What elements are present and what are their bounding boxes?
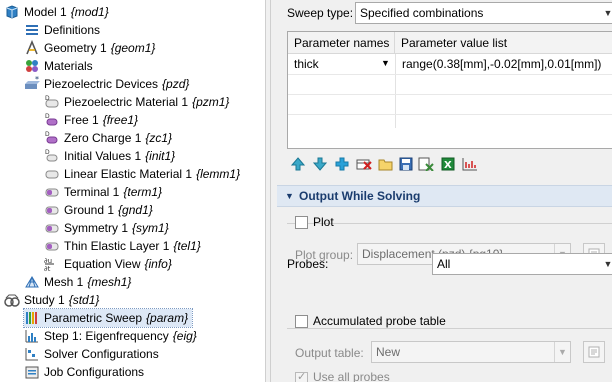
plot-checkbox[interactable] xyxy=(295,216,308,229)
probes-select[interactable]: All ▼ xyxy=(432,253,612,275)
model-builder-tree: Model 1 {mod1} Definitions Geometry 1 {geo… xyxy=(0,0,265,382)
accumulated-probe-table-checkbox[interactable] xyxy=(295,315,308,328)
svg-text:D: D xyxy=(45,95,50,102)
domain-node-icon xyxy=(44,166,60,182)
tree-node-model[interactable]: Model 1 {mod1} xyxy=(4,3,109,21)
tree-node-piezoelectric-material[interactable]: D Piezoelectric Material 1 {pzm1} xyxy=(44,93,229,111)
job-configurations-icon xyxy=(24,364,40,380)
tree-node-symmetry[interactable]: Symmetry 1 {sym1} xyxy=(44,219,169,237)
tree-node-linear-elastic-material[interactable]: Linear Elastic Material 1 {lemm1} xyxy=(44,165,240,183)
chevron-down-icon: ▼ xyxy=(603,8,612,18)
svg-text:D: D xyxy=(45,149,50,156)
study-step-icon xyxy=(24,328,40,344)
boundary-node-icon xyxy=(44,202,60,218)
range-icon[interactable] xyxy=(461,155,479,173)
parametric-sweep-icon xyxy=(24,310,40,326)
tree-node-piezoelectric-devices[interactable]: * Piezoelectric Devices {pzd} xyxy=(24,75,189,93)
tree-node-step-eigenfrequency[interactable]: Step 1: Eigenfrequency {eig} xyxy=(24,327,197,345)
tree-node-initial-values[interactable]: D Initial Values 1 {init1} xyxy=(44,147,175,165)
tree-node-solver-configurations[interactable]: Solver Configurations xyxy=(24,345,159,363)
tree-node-terminal[interactable]: Terminal 1 {term1} xyxy=(44,183,162,201)
clear-icon[interactable] xyxy=(417,155,435,173)
boundary-node-icon xyxy=(44,238,60,254)
tree-node-ground[interactable]: Ground 1 {gnd1} xyxy=(44,201,153,219)
materials-icon xyxy=(24,58,40,74)
tree-node-equation-view[interactable]: ∂u ∂t Equation View {info} xyxy=(44,255,172,273)
study-icon xyxy=(4,292,20,308)
output-table-label: Output table: xyxy=(295,346,364,360)
parameter-value-cell[interactable]: range(0.38[mm],-0.02[mm],0.01[mm]) xyxy=(396,54,612,74)
default-node-icon: D xyxy=(44,130,60,146)
model-icon xyxy=(4,4,20,20)
tree-node-definitions[interactable]: Definitions xyxy=(24,21,100,39)
boundary-node-icon xyxy=(44,184,60,200)
probes-label: Probes: xyxy=(287,257,329,271)
column-header-parameter-names[interactable]: Parameter names xyxy=(288,32,395,54)
definitions-icon xyxy=(24,22,40,38)
equation-icon: ∂u ∂t xyxy=(44,256,60,272)
output-table-goto-button xyxy=(583,341,605,363)
default-node-icon: D xyxy=(44,148,60,164)
boundary-node-icon xyxy=(44,220,60,236)
svg-text:X: X xyxy=(444,160,452,171)
use-all-probes-label: Use all probes xyxy=(313,370,390,382)
output-while-solving-section[interactable]: ▼ Output While Solving xyxy=(277,185,612,207)
chevron-down-icon: ▼ xyxy=(554,342,570,362)
tree-node-free[interactable]: D Free 1 {free1} xyxy=(44,111,138,129)
solver-configurations-icon xyxy=(24,346,40,362)
delete-icon[interactable] xyxy=(355,155,373,173)
parameter-table: Parameter names Parameter value list thi… xyxy=(287,31,612,149)
chevron-down-icon: ▼ xyxy=(603,259,612,269)
tree-node-job-configurations[interactable]: Job Configurations xyxy=(24,363,144,381)
add-icon[interactable] xyxy=(333,155,351,173)
plot-label: Plot xyxy=(313,215,334,229)
default-node-icon: D xyxy=(44,112,60,128)
export-excel-icon[interactable]: X xyxy=(439,155,457,173)
save-icon[interactable] xyxy=(397,155,415,173)
settings-panel: Sweep type: Specified combinations ▼ Par… xyxy=(271,0,612,382)
move-down-icon[interactable] xyxy=(311,155,329,173)
physics-icon: * xyxy=(24,76,40,92)
tree-node-mesh[interactable]: Mesh 1 {mesh1} xyxy=(24,273,131,291)
svg-text:*: * xyxy=(35,76,39,84)
output-table-select: New ▼ xyxy=(371,341,571,363)
tree-node-thin-elastic-layer[interactable]: Thin Elastic Layer 1 {tel1} xyxy=(44,237,201,255)
tree-node-study[interactable]: Study 1 {std1} xyxy=(4,291,99,309)
tree-node-parametric-sweep[interactable]: Parametric Sweep {param} xyxy=(22,308,194,328)
use-all-probes-checkbox xyxy=(295,370,308,382)
sweep-type-label: Sweep type: xyxy=(287,6,354,20)
geometry-icon xyxy=(24,40,40,56)
tree-node-geometry[interactable]: Geometry 1 {geom1} xyxy=(24,39,155,57)
svg-text:D: D xyxy=(45,113,50,120)
chevron-down-icon[interactable]: ▼ xyxy=(381,58,390,68)
collapse-triangle-icon: ▼ xyxy=(285,191,294,201)
accumulated-probe-table-label: Accumulated probe table xyxy=(313,314,446,328)
tree-node-zero-charge[interactable]: D Zero Charge 1 {zc1} xyxy=(44,129,172,147)
svg-text:D: D xyxy=(45,131,50,138)
mesh-icon xyxy=(24,274,40,290)
open-icon[interactable] xyxy=(377,155,395,173)
domain-node-icon: D xyxy=(44,94,60,110)
parameter-name-cell[interactable]: thick xyxy=(288,54,380,74)
tree-node-materials[interactable]: Materials xyxy=(24,57,93,75)
svg-text:∂t: ∂t xyxy=(44,265,51,272)
column-header-parameter-value-list[interactable]: Parameter value list xyxy=(395,32,612,54)
sweep-type-select[interactable]: Specified combinations ▼ xyxy=(355,2,612,24)
move-up-icon[interactable] xyxy=(289,155,307,173)
